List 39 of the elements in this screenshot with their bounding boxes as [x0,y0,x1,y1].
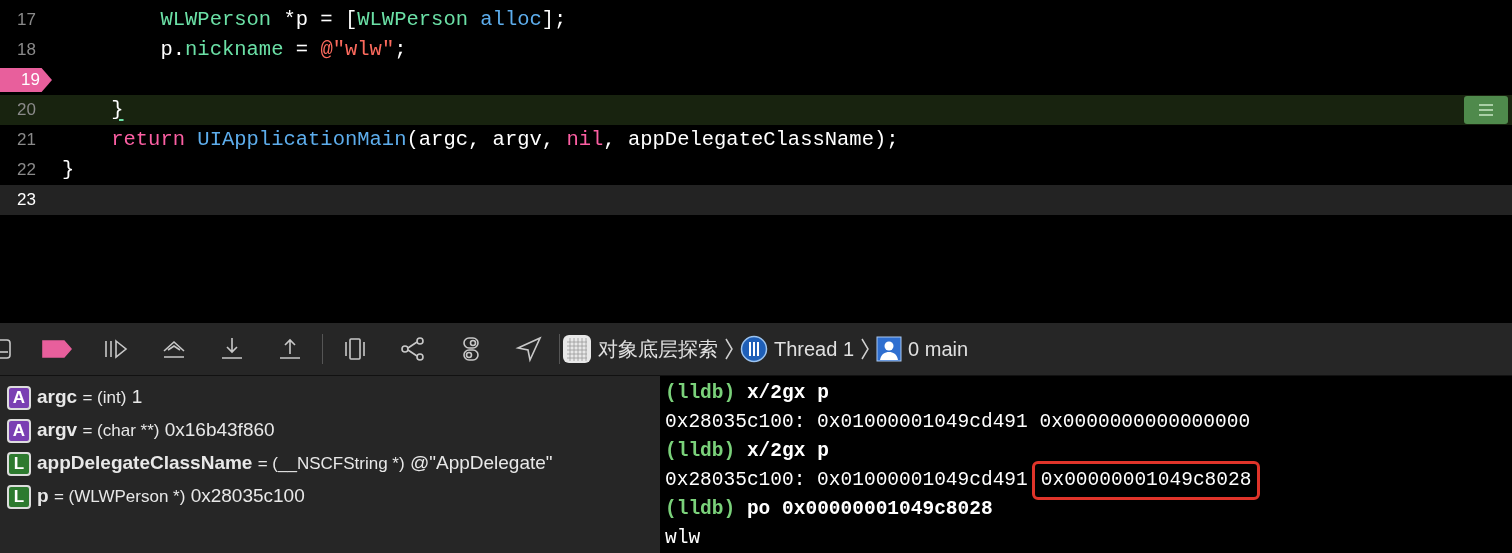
location-icon[interactable] [515,335,543,364]
chevron-icon [860,337,871,362]
chevron-icon [724,337,734,362]
breadcrumb-item[interactable]: Thread 1 [774,334,855,365]
line-number: 20 [16,99,36,122]
console-command: (lldb) x/2gx p [665,438,829,464]
line-number: 21 [16,129,36,152]
variable-row[interactable]: argv = (char **) 0x16b43f860 [37,416,275,445]
console-output: 0x28035c100: 0x01000001049cd491 0x0000000000000000 [665,409,1251,435]
thread-icon [740,335,768,364]
menu-icon [1478,104,1494,116]
console-command: (lldb) po 0x00000001049c8028 [665,496,993,522]
breadcrumb-item[interactable]: 对象底层探索 [598,334,718,365]
line-number: 22 [16,159,36,182]
app-icon [562,334,592,365]
console-output: 0x28035c100: 0x01000001049cd491 [665,467,1028,493]
line-number: 23 [16,189,36,212]
highlighted-value: 0x00000001049c8028 [1031,460,1261,501]
variable-kind-badge: L [7,484,31,509]
code-line: return UIApplicationMain(argc, argv, nil, appDelegateClassName); [110,127,899,151]
line-number: 18 [16,39,36,62]
breakpoints-toggle-icon[interactable] [42,339,72,360]
person-icon [876,336,903,363]
code-line: } [62,157,75,181]
variable-row[interactable]: argc = (int) 1 [37,383,143,412]
variable-kind-badge: A [7,385,31,410]
variable-kind-badge: L [7,451,31,476]
graph-icon[interactable] [399,335,427,364]
code-line: p.nickname = @"wlw"; [159,37,407,61]
variable-row[interactable]: p = (WLWPerson *) 0x28035c100 [37,482,305,511]
breadcrumb-item[interactable]: 0 main [908,334,969,365]
variable-row[interactable]: appDelegateClassName = (__NSCFString *) @"AppDelegate" [37,449,553,478]
code-line: WLWPerson *p = [WLWPerson alloc]; [159,7,567,31]
variable-kind-badge: A [7,418,31,443]
line-number: 17 [16,9,36,32]
code-line: } [110,97,124,121]
console-command: (lldb) x/2gx p [665,380,829,406]
console-output: wlw [665,525,701,551]
panel-icon[interactable] [0,337,12,362]
